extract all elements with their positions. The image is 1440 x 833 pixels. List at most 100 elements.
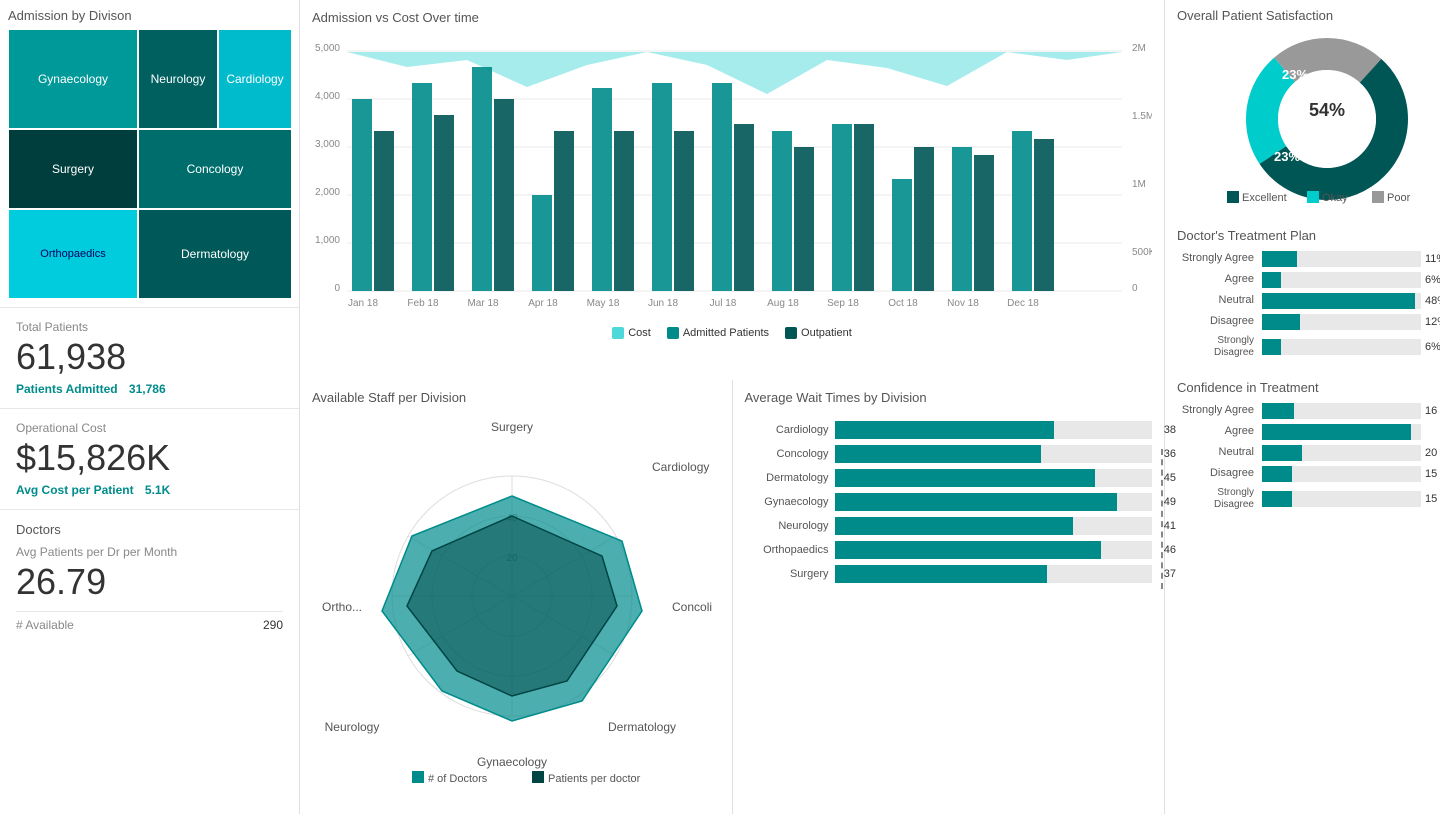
treat-neutral-val: 48%: [1425, 295, 1440, 307]
treemap-cell-orthopaedics[interactable]: Orthopaedics: [8, 209, 138, 299]
svg-text:Cardiology: Cardiology: [652, 460, 709, 474]
admitted-sub: Patients Admitted 31,786: [16, 382, 283, 396]
treemap-cell-gynaecology[interactable]: Gynaecology: [8, 29, 138, 129]
cost-value: $15,826K: [16, 437, 283, 479]
doctors-section: Doctors Avg Patients per Dr per Month 26…: [0, 509, 299, 814]
wait-concology-label: Concology: [745, 448, 835, 460]
svg-text:Surgery: Surgery: [491, 420, 533, 434]
wait-gynaecology-label: Gynaecology: [745, 496, 835, 508]
treat-agree-val: 6%: [1425, 274, 1440, 286]
svg-text:Sep 18: Sep 18: [827, 298, 859, 309]
wait-dermatology-label: Dermatology: [745, 472, 835, 484]
wait-orthopaedics-label: Orthopaedics: [745, 544, 835, 556]
treat-disagree: Disagree 12%: [1177, 314, 1440, 330]
wait-neurology-value: 41: [1164, 520, 1176, 532]
wait-gynaecology-value: 49: [1164, 496, 1176, 508]
treat-disagree-label: Disagree: [1177, 315, 1262, 328]
svg-text:Aug 18: Aug 18: [767, 298, 799, 309]
conf-strongly-disagree-label: StronglyDisagree: [1177, 487, 1262, 511]
avg-cost-sub: Avg Cost per Patient 5.1K: [16, 483, 283, 497]
treemap-cell-cardiology[interactable]: Cardiology: [218, 29, 292, 129]
svg-text:Patients per doctor: Patients per doctor: [548, 773, 641, 785]
wait-neurology: Neurology 41: [745, 517, 1153, 535]
treemap-cell-neurology[interactable]: Neurology: [138, 29, 218, 129]
svg-text:Poor: Poor: [1387, 192, 1411, 204]
satisfaction-title: Overall Patient Satisfaction: [1177, 8, 1440, 23]
conf-agree-track: [1262, 424, 1421, 440]
treat-agree-track: [1262, 272, 1421, 288]
wait-surgery-value: 37: [1164, 568, 1176, 580]
treat-neutral: Neutral 48%: [1177, 293, 1440, 309]
available-row: # Available 290: [16, 611, 283, 632]
treat-strongly-disagree-val: 6%: [1425, 341, 1440, 353]
wait-cardiology-fill: [835, 421, 1054, 439]
avg-cost-label: Avg Cost per Patient: [16, 483, 134, 497]
svg-text:3,000: 3,000: [315, 139, 340, 150]
conf-neutral: Neutral 20: [1177, 445, 1440, 461]
treatment-chart: Strongly Agree 11% Agree 6% Neutral: [1177, 251, 1440, 359]
treemap-title: Admission by Divison: [8, 8, 291, 23]
wait-dermatology: Dermatology 45: [745, 469, 1153, 487]
wait-dermatology-value: 45: [1164, 472, 1176, 484]
treat-neutral-track: [1262, 293, 1421, 309]
legend-outpatient-dot: [785, 327, 797, 339]
radar-svg: Surgery Cardiology Concoli... Dermatolog…: [312, 411, 712, 791]
wait-cardiology: Cardiology 38: [745, 421, 1153, 439]
treat-strongly-agree: Strongly Agree 11%: [1177, 251, 1440, 267]
legend-outpatient-label: Outpatient: [801, 327, 852, 339]
svg-text:Concoli...: Concoli...: [672, 600, 712, 614]
svg-text:23%: 23%: [1282, 67, 1308, 82]
conf-disagree-fill: [1262, 466, 1292, 482]
wait-orthopaedics-track: 46: [835, 541, 1153, 559]
treemap-cell-surgery[interactable]: Surgery: [8, 129, 138, 209]
legend-outpatient: Outpatient: [785, 327, 852, 339]
conf-strongly-agree-val: 16: [1425, 405, 1440, 417]
treat-disagree-fill: [1262, 314, 1300, 330]
svg-text:0: 0: [334, 283, 340, 294]
treemap-cell-dermatology[interactable]: Dermatology: [138, 209, 292, 299]
legend-cost-dot: [612, 327, 624, 339]
treatment-title: Doctor's Treatment Plan: [1177, 228, 1440, 243]
treat-agree-label: Agree: [1177, 273, 1262, 286]
svg-text:May 18: May 18: [587, 298, 620, 309]
treat-strongly-disagree-label: StronglyDisagree: [1177, 335, 1262, 359]
wait-surgery-fill: [835, 565, 1048, 583]
wait-neurology-track: 41: [835, 517, 1153, 535]
svg-text:Feb 18: Feb 18: [407, 298, 439, 309]
conf-strongly-agree-fill: [1262, 403, 1294, 419]
svg-text:# of Doctors: # of Doctors: [428, 773, 488, 785]
confidence-title: Confidence in Treatment: [1177, 380, 1440, 395]
svg-text:0: 0: [1132, 283, 1138, 294]
treemap-section: Admission by Divison Gynaecology Neurolo…: [0, 0, 299, 307]
wait-neurology-label: Neurology: [745, 520, 835, 532]
treat-neutral-label: Neutral: [1177, 294, 1262, 307]
treat-neutral-fill: [1262, 293, 1415, 309]
wait-times-section: Average Wait Times by Division Cardiolog…: [733, 380, 1165, 814]
wait-cardiology-label: Cardiology: [745, 424, 835, 436]
treat-agree: Agree 6%: [1177, 272, 1440, 288]
svg-text:Dec 18: Dec 18: [1007, 298, 1039, 309]
svg-text:Oct 18: Oct 18: [888, 298, 918, 309]
admitted-value: 31,786: [129, 382, 166, 396]
svg-text:Neurology: Neurology: [325, 720, 380, 734]
conf-strongly-agree: Strongly Agree 16: [1177, 403, 1440, 419]
treat-strongly-agree-val: 11%: [1425, 253, 1440, 265]
wait-surgery-track: 37: [835, 565, 1153, 583]
combo-chart-svg: 5,000 4,000 3,000 2,000 1,000 0 2M 1.5M …: [312, 31, 1152, 321]
satisfaction-section: Overall Patient Satisfaction 54% 23% 23%…: [1177, 8, 1440, 212]
available-label: # Available: [16, 618, 74, 632]
conf-strongly-disagree-val: 15: [1425, 493, 1440, 505]
mid-column: Admission vs Cost Over time 5,000 4,000 …: [300, 0, 1165, 814]
treatment-section: Doctor's Treatment Plan Strongly Agree 1…: [1177, 228, 1440, 364]
wait-surgery-label: Surgery: [745, 568, 835, 580]
doctors-title: Doctors: [16, 522, 283, 537]
wait-gynaecology-fill: [835, 493, 1118, 511]
svg-text:500K: 500K: [1132, 247, 1152, 258]
reference-line: [1161, 449, 1163, 589]
wait-dermatology-track: 45: [835, 469, 1153, 487]
treat-strongly-agree-track: [1262, 251, 1421, 267]
combo-chart-title: Admission vs Cost Over time: [312, 10, 1152, 25]
conf-neutral-val: 20: [1425, 447, 1440, 459]
treat-strongly-disagree: StronglyDisagree 6%: [1177, 335, 1440, 359]
treemap-cell-concology[interactable]: Concology: [138, 129, 292, 209]
